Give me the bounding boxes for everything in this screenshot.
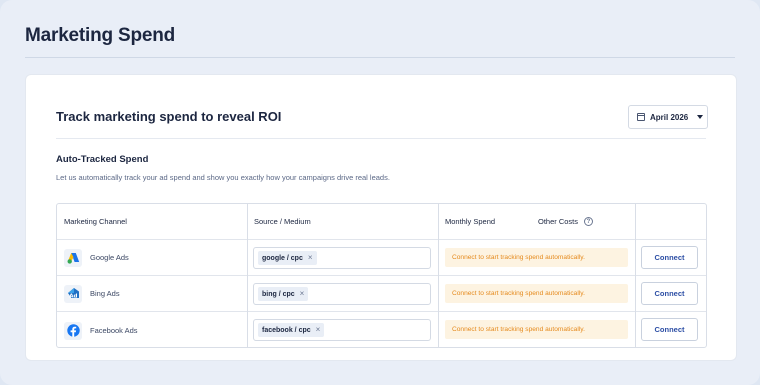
remove-tag-icon[interactable]: × — [308, 254, 313, 262]
source-tag: google / cpc × — [258, 251, 317, 265]
channel-cell: Google Ads — [57, 240, 247, 275]
title-divider — [25, 57, 735, 58]
svg-text:Ad: Ad — [69, 294, 77, 300]
source-medium-input[interactable]: google / cpc × — [253, 247, 431, 269]
spend-cell: Connect to start tracking spend automati… — [438, 276, 635, 311]
calendar-icon — [637, 113, 645, 121]
help-icon[interactable]: ? — [584, 217, 594, 226]
column-divider — [635, 204, 636, 347]
header-spend: Monthly Spend — [445, 217, 496, 226]
header-source: Source / Medium — [254, 217, 311, 226]
header-other-label: Other Costs — [538, 217, 579, 226]
bing-ads-icon: Ad — [64, 284, 82, 303]
table-row: Ad Bing Ads bing / cpc × Connect to star… — [57, 276, 706, 312]
month-label: April 2026 — [650, 112, 689, 122]
source-tag-label: bing / cpc — [262, 290, 295, 298]
tracking-notice: Connect to start tracking spend automati… — [445, 248, 628, 267]
connect-button[interactable]: Connect — [641, 246, 698, 269]
source-cell: google / cpc × — [247, 240, 438, 275]
connect-button[interactable]: Connect — [641, 282, 698, 305]
action-cell: Connect — [635, 276, 706, 311]
source-cell: facebook / cpc × — [247, 312, 438, 347]
channel-name: Google Ads — [90, 253, 129, 262]
connect-button[interactable]: Connect — [641, 318, 698, 341]
tracking-notice: Connect to start tracking spend automati… — [445, 284, 628, 303]
source-tag: facebook / cpc × — [258, 323, 325, 337]
header-channel: Marketing Channel — [64, 217, 127, 226]
section-title: Auto-Tracked Spend — [56, 154, 149, 165]
card-title: Track marketing spend to reveal ROI — [56, 109, 282, 124]
channel-name: Facebook Ads — [90, 326, 138, 335]
channel-cell: Ad Bing Ads — [57, 276, 247, 311]
month-selector[interactable]: April 2026 — [628, 105, 708, 129]
page-title: Marketing Spend — [25, 25, 176, 46]
column-divider — [438, 204, 439, 347]
google-ads-icon — [64, 248, 82, 267]
facebook-icon — [64, 321, 82, 340]
channel-cell: Facebook Ads — [57, 312, 247, 347]
source-tag: bing / cpc × — [258, 287, 309, 301]
remove-tag-icon[interactable]: × — [316, 326, 321, 334]
source-tag-label: facebook / cpc — [262, 326, 311, 334]
table-header-row: Marketing Channel Source / Medium Monthl… — [57, 204, 706, 240]
table-row: Google Ads google / cpc × Connect to sta… — [57, 240, 706, 276]
source-medium-input[interactable]: facebook / cpc × — [253, 319, 431, 341]
channel-name: Bing Ads — [90, 289, 120, 298]
tracking-notice: Connect to start tracking spend automati… — [445, 320, 628, 339]
spend-card: Track marketing spend to reveal ROI Apri… — [25, 74, 737, 361]
source-cell: bing / cpc × — [247, 276, 438, 311]
source-tag-label: google / cpc — [262, 254, 303, 262]
column-divider — [247, 204, 248, 347]
remove-tag-icon[interactable]: × — [300, 290, 305, 298]
chevron-down-icon — [697, 115, 704, 119]
app-frame: Marketing Spend Track marketing spend to… — [0, 0, 760, 385]
action-cell: Connect — [635, 312, 706, 347]
table-row: Facebook Ads facebook / cpc × Connect to… — [57, 312, 706, 347]
source-medium-input[interactable]: bing / cpc × — [253, 283, 431, 305]
section-description: Let us automatically track your ad spend… — [56, 173, 390, 182]
card-divider — [56, 138, 706, 139]
channels-table: Marketing Channel Source / Medium Monthl… — [56, 203, 707, 348]
spend-cell: Connect to start tracking spend automati… — [438, 312, 635, 347]
spend-cell: Connect to start tracking spend automati… — [438, 240, 635, 275]
action-cell: Connect — [635, 240, 706, 275]
header-other-costs: Other Costs ? — [531, 204, 635, 239]
